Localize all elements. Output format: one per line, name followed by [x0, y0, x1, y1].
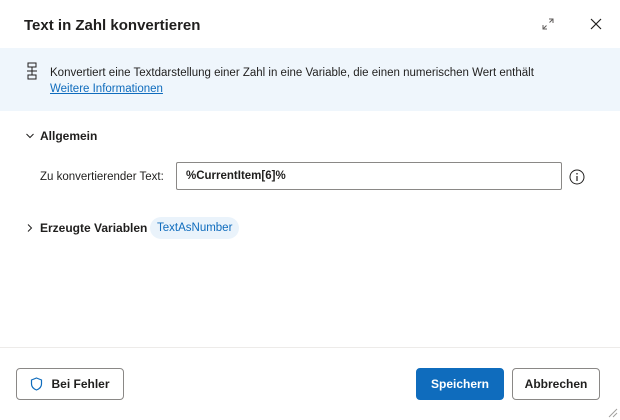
section-general-label: Allgemein — [40, 129, 98, 143]
chevron-down-icon — [24, 130, 36, 142]
cancel-button[interactable]: Abbrechen — [512, 368, 600, 400]
action-icon — [27, 62, 37, 80]
on-error-label: Bei Fehler — [51, 377, 110, 391]
info-banner: Konvertiert eine Textdarstellung einer Z… — [0, 48, 620, 111]
learn-more-link[interactable]: Weitere Informationen — [50, 81, 163, 97]
text-to-convert-label: Zu konvertierender Text: — [40, 171, 164, 183]
close-icon — [590, 18, 602, 30]
section-variables-toggle[interactable]: Erzeugte Variablen — [24, 220, 147, 236]
section-variables-label: Erzeugte Variablen — [40, 221, 148, 235]
chevron-right-icon — [24, 222, 36, 234]
shield-icon — [30, 377, 43, 391]
close-button[interactable] — [586, 14, 606, 34]
expand-arrows-icon — [542, 18, 554, 30]
dialog-title: Text in Zahl konvertieren — [24, 17, 201, 34]
expand-button[interactable] — [538, 14, 558, 34]
save-button[interactable]: Speichern — [416, 368, 504, 400]
text-to-convert-input[interactable]: %CurrentItem[6]% — [176, 162, 562, 190]
resize-grip-icon[interactable] — [604, 404, 618, 418]
banner-description: Konvertiert eine Textdarstellung einer Z… — [50, 67, 534, 79]
info-icon[interactable] — [569, 169, 585, 185]
variable-chip-textasnumber[interactable]: TextAsNumber — [150, 217, 240, 239]
section-general-toggle[interactable]: Allgemein — [24, 128, 97, 144]
convert-text-to-number-dialog: Text in Zahl konvertieren Konvertiert ei… — [0, 0, 620, 420]
on-error-button[interactable]: Bei Fehler — [16, 368, 124, 400]
footer-divider — [0, 347, 620, 348]
